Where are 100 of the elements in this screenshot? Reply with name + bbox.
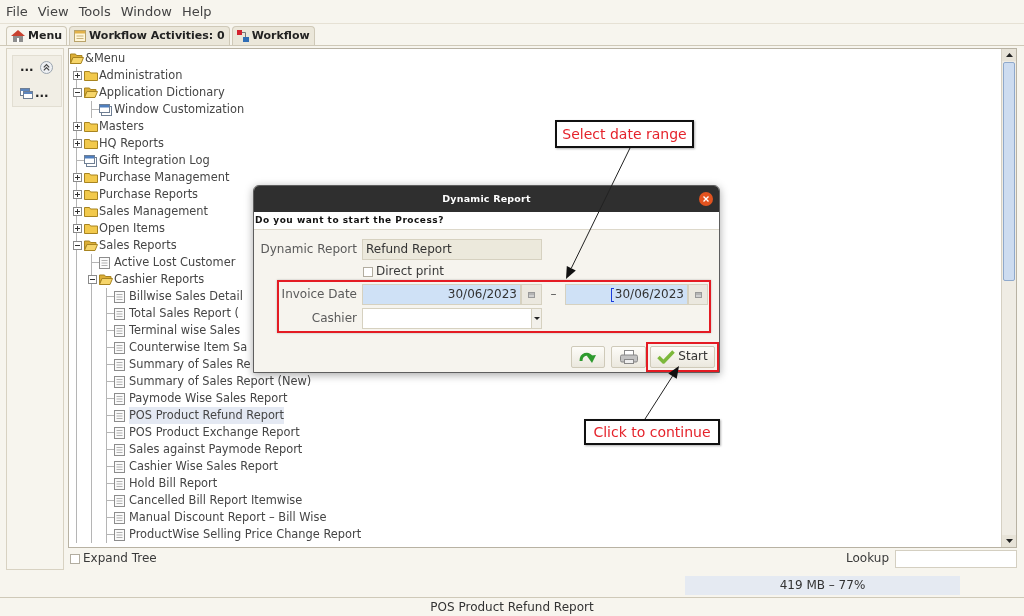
field-label: Cashier xyxy=(310,310,358,327)
expand-icon[interactable] xyxy=(73,224,82,233)
tree-item[interactable]: Terminal wise Sales xyxy=(129,322,241,339)
document-icon xyxy=(114,290,125,303)
checkbox[interactable] xyxy=(70,554,80,564)
windows-icon xyxy=(20,87,33,99)
scroll-up-button[interactable] xyxy=(1002,49,1016,61)
tree-item[interactable]: Purchase Reports xyxy=(99,186,199,203)
document-icon xyxy=(114,358,125,371)
checkbox[interactable] xyxy=(363,266,373,277)
tree-item[interactable]: &Menu xyxy=(85,50,126,67)
tree-item[interactable]: Billwise Sales Detail xyxy=(129,288,243,305)
close-button[interactable] xyxy=(699,192,713,206)
field-label: Dynamic Report xyxy=(259,241,358,258)
tree-item[interactable]: Cashier Wise Sales Report xyxy=(129,458,278,475)
tree-item[interactable]: Summary of Sales Re xyxy=(129,356,251,373)
tree-item[interactable]: Total Sales Report ( xyxy=(129,305,239,322)
print-button[interactable] xyxy=(611,346,646,368)
scroll-thumb[interactable] xyxy=(1003,62,1015,281)
expand-icon[interactable] xyxy=(73,207,82,216)
tree-item[interactable]: Summary of Sales Report (New) xyxy=(129,373,312,390)
caret-icon xyxy=(533,317,540,320)
tab[interactable]: Workflow xyxy=(231,26,315,45)
status-text: POS Product Refund Report xyxy=(0,597,1024,616)
collapse-icon[interactable] xyxy=(73,241,82,250)
document-icon xyxy=(114,409,125,422)
window-icon xyxy=(84,154,97,167)
document-icon xyxy=(114,324,125,337)
range-separator: – xyxy=(549,286,558,303)
tree-item[interactable]: Sales Management xyxy=(99,203,208,220)
tree-item[interactable]: Cashier Reports xyxy=(114,271,205,288)
tree-item[interactable]: ProductWise Selling Price Change Report xyxy=(129,526,362,543)
tree-item[interactable]: Sales against Paymode Report xyxy=(129,441,303,458)
check-icon xyxy=(657,350,676,364)
tab[interactable]: Menu xyxy=(6,26,68,45)
scrollbar[interactable] xyxy=(1001,49,1016,547)
down-arrow-icon xyxy=(1005,539,1013,543)
collapse-icon[interactable] xyxy=(88,275,97,284)
menubar-entry[interactable]: File xyxy=(6,0,28,23)
tree-item[interactable]: HQ Reports xyxy=(99,135,164,152)
tree-item[interactable]: Window Customization xyxy=(114,101,245,118)
document-icon xyxy=(114,426,125,439)
tab[interactable]: Workflow Activities: 0 xyxy=(69,26,230,45)
dropdown-field[interactable] xyxy=(362,308,542,329)
calendar-icon xyxy=(694,291,702,298)
tree-item[interactable]: Hold Bill Report xyxy=(129,475,218,492)
callout-label: Select date range xyxy=(555,120,694,148)
lookup-field[interactable] xyxy=(895,550,1017,568)
menubar-entry[interactable]: Window xyxy=(120,0,172,23)
expand-icon[interactable] xyxy=(73,190,82,199)
tree-item[interactable]: POS Product Refund Report xyxy=(129,407,285,424)
date-field[interactable]: 30/06/2023 xyxy=(362,284,521,305)
document-icon xyxy=(114,460,125,473)
expand-icon[interactable] xyxy=(73,139,82,148)
tree-item[interactable]: Gift Integration Log xyxy=(99,152,210,169)
tree-item[interactable]: Masters xyxy=(99,118,144,135)
window-icon xyxy=(99,103,112,116)
expand-icon[interactable] xyxy=(73,71,82,80)
expand-icon[interactable] xyxy=(73,173,82,182)
dropdown-button[interactable] xyxy=(531,309,541,328)
document-icon xyxy=(114,511,125,524)
document-icon xyxy=(99,256,110,269)
dialog-title: Dynamic Report xyxy=(442,192,531,206)
double-chevron-up-icon xyxy=(39,61,53,75)
date-field[interactable]: 30/06/2023 xyxy=(565,284,688,305)
collapse-button[interactable] xyxy=(39,61,53,75)
tree-item[interactable]: Paymode Wise Sales Report xyxy=(129,390,288,407)
document-icon xyxy=(114,307,125,320)
menubar-entry[interactable]: Tools xyxy=(78,0,111,23)
tree-item[interactable]: Counterwise Item Sa xyxy=(129,339,248,356)
redo-button[interactable] xyxy=(571,346,605,368)
tree-item[interactable]: Open Items xyxy=(99,220,165,237)
tree-item[interactable]: Purchase Management xyxy=(99,169,230,186)
start-button[interactable]: Start xyxy=(650,346,715,368)
close-icon xyxy=(703,196,709,202)
collapse-icon[interactable] xyxy=(73,88,82,97)
callout-label: Click to continue xyxy=(584,419,720,445)
checkbox-label: Direct print xyxy=(376,263,444,280)
menubar-entry[interactable]: View xyxy=(37,0,69,23)
tree-item[interactable]: Cancelled Bill Report Itemwise xyxy=(129,492,303,509)
expand-icon[interactable] xyxy=(73,122,82,131)
document-icon xyxy=(114,477,125,490)
tree-item[interactable]: Sales Reports xyxy=(99,237,177,254)
scroll-down-button[interactable] xyxy=(1002,535,1016,547)
menubar-entry[interactable]: Help xyxy=(181,0,212,23)
memory-usage: 419 MB – 77% xyxy=(685,576,960,595)
shortcut-item[interactable]: ... xyxy=(20,85,49,102)
tree-item[interactable]: POS Product Exchange Report xyxy=(129,424,300,441)
home-icon xyxy=(11,30,25,42)
up-arrow-icon xyxy=(1005,53,1013,57)
field-label: Invoice Date xyxy=(280,286,358,303)
text-field[interactable]: Refund Report xyxy=(362,239,542,260)
tree-item[interactable]: Application Dictionary xyxy=(99,84,225,101)
document-icon xyxy=(114,494,125,507)
tree-item[interactable]: Active Lost Customer xyxy=(114,254,236,271)
pointer-arrow xyxy=(644,366,679,420)
panel-title: ... xyxy=(20,60,34,76)
tree-item[interactable]: Manual Discount Report – Bill Wise xyxy=(129,509,327,526)
tree-item[interactable]: Administration xyxy=(99,67,183,84)
document-icon xyxy=(114,392,125,405)
